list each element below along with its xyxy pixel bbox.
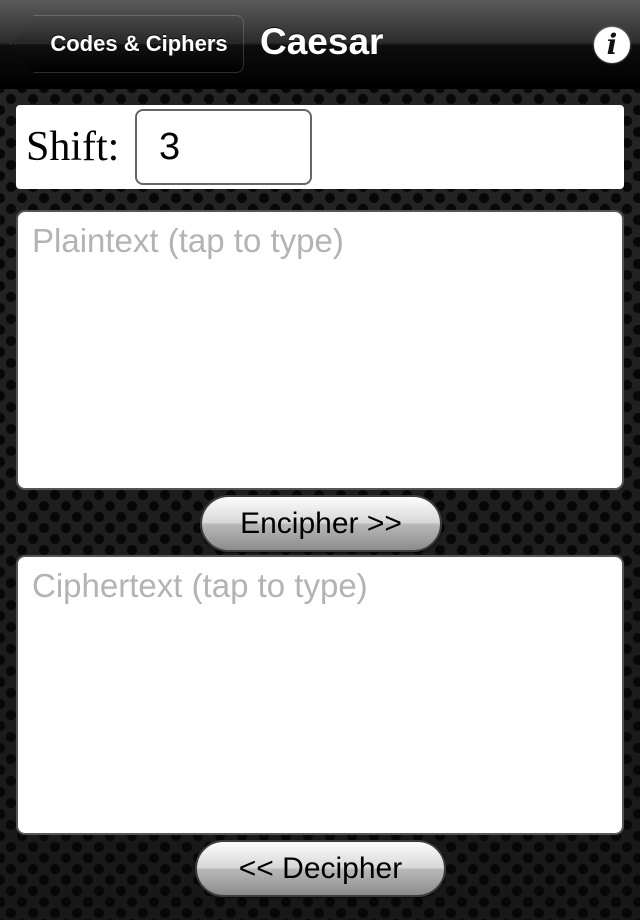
plaintext-input[interactable] xyxy=(16,210,624,490)
shift-input[interactable] xyxy=(135,109,312,185)
info-glyph: i xyxy=(606,28,618,61)
back-button-label: Codes & Ciphers xyxy=(50,31,228,56)
decipher-button[interactable]: << Decipher xyxy=(195,840,446,897)
shift-panel: Shift: xyxy=(16,105,624,189)
navigation-bar: Codes & Ciphers Caesar i xyxy=(0,0,640,89)
encipher-button-label: Encipher >> xyxy=(240,506,402,540)
ciphertext-input[interactable] xyxy=(16,555,624,835)
encipher-button[interactable]: Encipher >> xyxy=(200,495,442,552)
shift-label: Shift: xyxy=(26,124,120,170)
page-title: Caesar xyxy=(260,21,384,62)
info-icon[interactable]: i xyxy=(594,27,630,63)
decipher-button-label: << Decipher xyxy=(238,851,403,885)
back-button[interactable]: Codes & Ciphers xyxy=(10,15,244,73)
